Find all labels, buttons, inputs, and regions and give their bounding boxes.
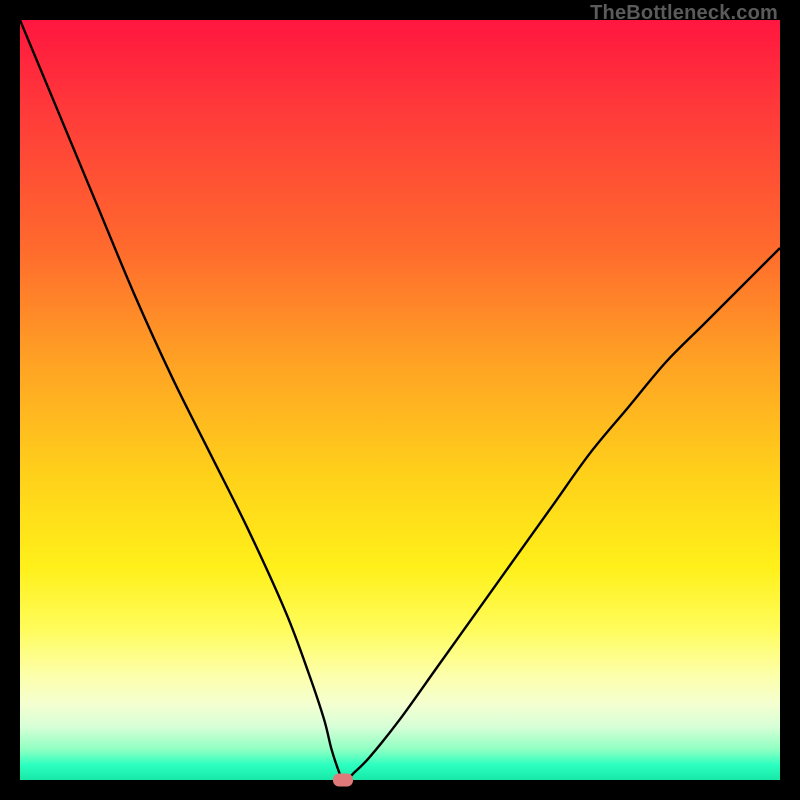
chart-frame: TheBottleneck.com	[20, 20, 780, 780]
curve-path	[20, 20, 780, 780]
optimum-marker	[333, 774, 353, 787]
bottleneck-curve	[20, 20, 780, 780]
